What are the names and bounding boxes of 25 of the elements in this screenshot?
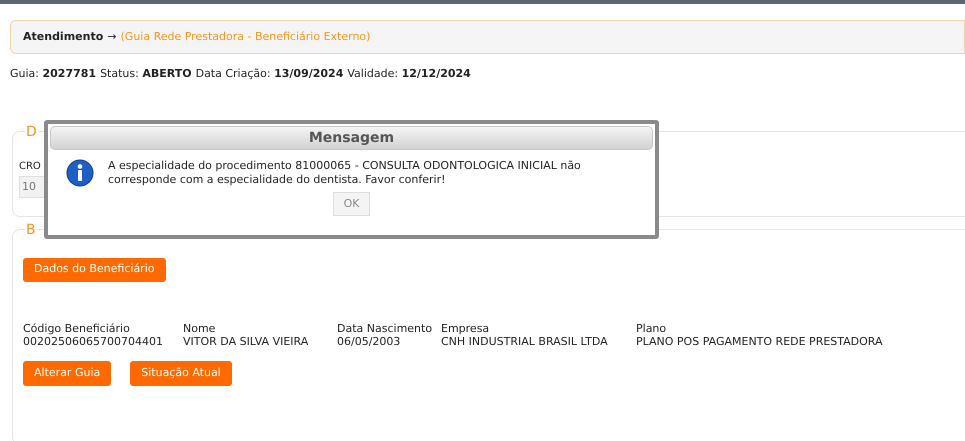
- field-value: VITOR DA SILVA VIEIRA: [183, 334, 310, 348]
- breadcrumb-page: (Guia Rede Prestadora - Beneficiário Externo): [120, 28, 370, 45]
- guide-info: Status: ABERTO: [100, 66, 192, 82]
- guide-info: Guia: 2027781: [10, 66, 96, 82]
- info-icon: [66, 159, 94, 187]
- ok-button[interactable]: OK: [332, 192, 370, 216]
- field-label: Plano: [636, 322, 668, 334]
- guide-info: Validade: 12/12/2024: [347, 66, 471, 82]
- dialog-message: A especialidade do procedimento 81000065 - CONSULTA ODONTOLOGICA INICIAL não corresponde com a especialidade do dentista. Favor conferir!: [108, 159, 582, 187]
- action-button[interactable]: Situação Atual: [130, 360, 232, 386]
- breadcrumb-section: Atendimento: [23, 28, 104, 46]
- field-label: Empresa: [441, 322, 490, 334]
- field-label: Nome: [183, 322, 216, 334]
- field-label: Data Nascimento: [337, 322, 434, 334]
- field-value: 06/05/2003: [337, 334, 402, 348]
- field-value: PLANO POS PAGAMENTO REDE PRESTADORA: [636, 334, 884, 348]
- guide-info: Data Criação: 13/09/2024: [196, 66, 344, 82]
- field-value: CNH INDUSTRIAL BRASIL LTDA: [441, 334, 609, 348]
- field-label: CRO: [19, 160, 41, 174]
- field-label: Código Beneficiário: [23, 322, 131, 334]
- action-button[interactable]: Alterar Guia: [23, 360, 112, 386]
- breadcrumb-arrow: →: [107, 28, 116, 45]
- beneficiary-data-button[interactable]: Dados do Beneficiário: [23, 258, 166, 282]
- dialog-title: Mensagem: [50, 126, 653, 150]
- field-value: 00202506065700704401: [23, 334, 164, 348]
